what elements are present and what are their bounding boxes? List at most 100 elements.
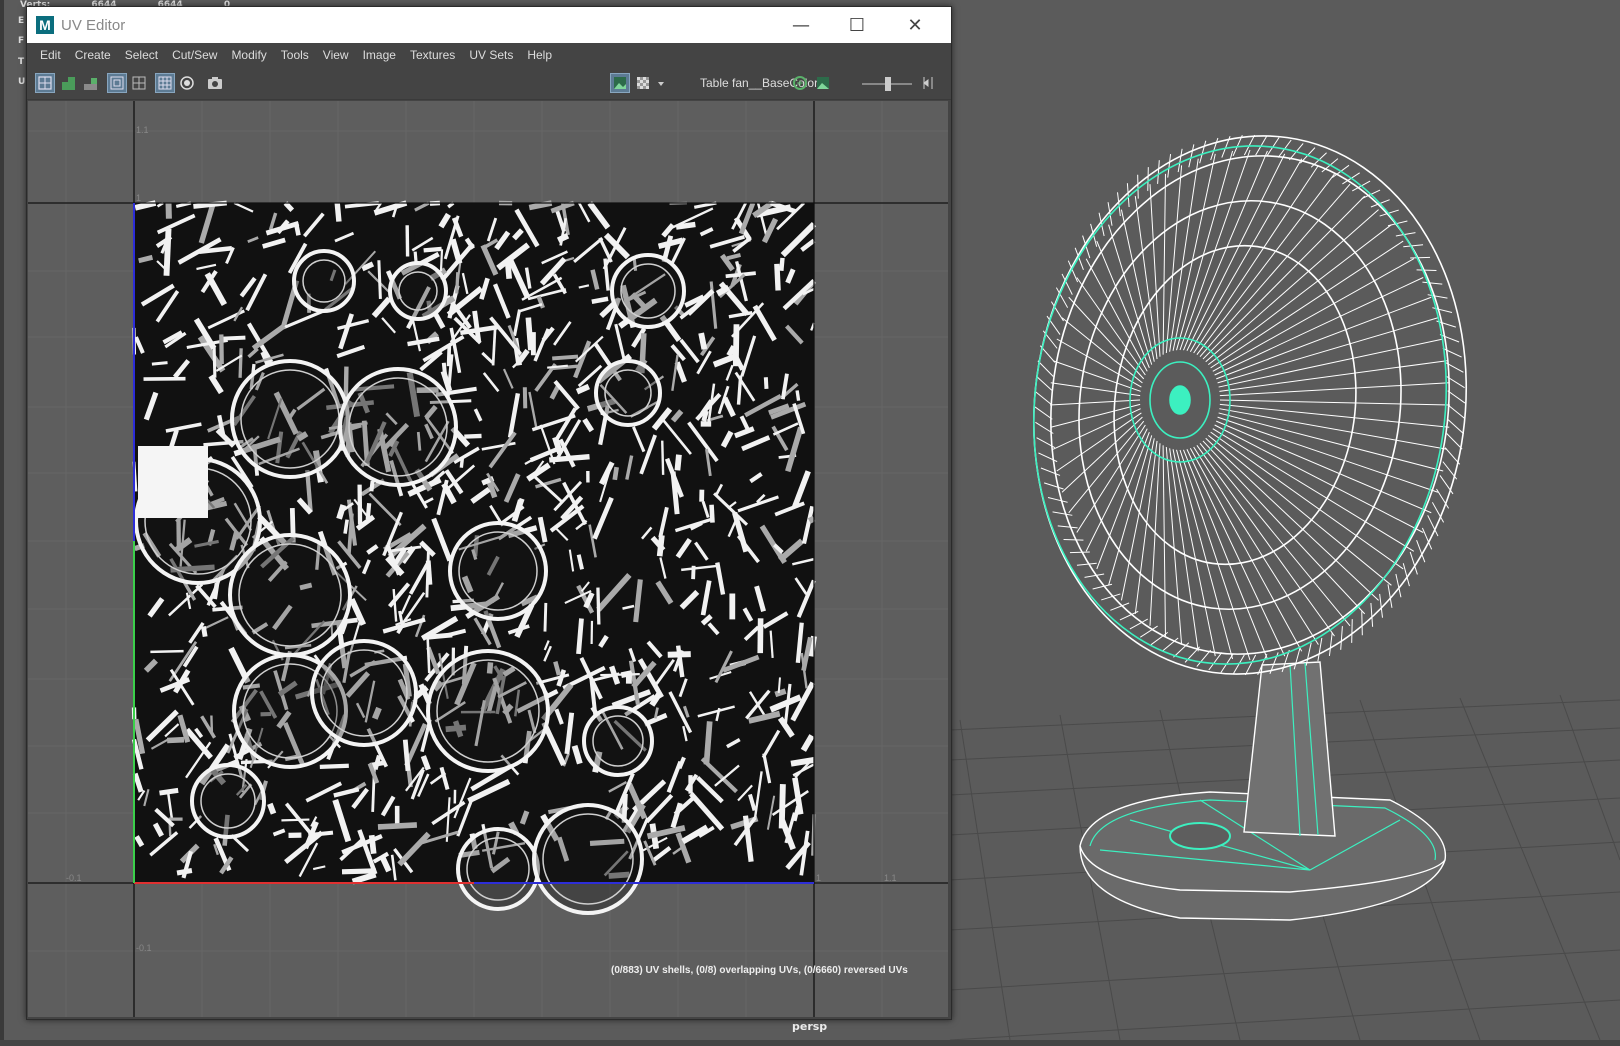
- uv-shell-icon[interactable]: [59, 73, 79, 93]
- fan-guard-spoke: [1052, 360, 1141, 392]
- uv-shell-strip: [790, 756, 815, 767]
- grid-snap-icon[interactable]: [155, 73, 175, 93]
- isolate-icon[interactable]: [177, 73, 197, 93]
- fan-guard-rim-segment: [1370, 602, 1374, 627]
- uv-distortion-icon[interactable]: [81, 73, 101, 93]
- close-button[interactable]: ✕: [887, 7, 943, 43]
- fan-guard-spoke: [1219, 403, 1450, 428]
- uv-shell-circle: [532, 803, 644, 915]
- uv-toolkit-icon[interactable]: [35, 73, 55, 93]
- uv-editor-titlebar[interactable]: M UV Editor — ☐ ✕: [27, 7, 951, 43]
- fan-guard-spoke: [1085, 258, 1148, 372]
- fan-guard-spoke: [1202, 440, 1366, 615]
- hud-uvs-label: U: [18, 77, 26, 87]
- menu-help[interactable]: Help: [520, 48, 559, 62]
- menu-view[interactable]: View: [316, 48, 356, 62]
- uv-shell-strip: [698, 332, 708, 350]
- window-title: UV Editor: [61, 16, 126, 34]
- minimize-button[interactable]: —: [773, 7, 829, 43]
- uv-shell-strip: [763, 377, 769, 390]
- fan-guard-rim-segment: [1137, 174, 1139, 199]
- fan-guard-rim-segment: [1076, 562, 1097, 566]
- uv-shell-circle: [310, 639, 418, 747]
- fan-guard-rim-segment: [1147, 167, 1149, 191]
- uv-shell-strip: [591, 296, 609, 305]
- uv-canvas-svg[interactable]: 1.1 1 -0.1 -0.1 1 1.1: [28, 101, 948, 1017]
- image-ratio-icon[interactable]: [813, 73, 833, 93]
- uv-shell-strip: [425, 552, 430, 598]
- grid-display-icon[interactable]: [107, 73, 127, 93]
- uv-shell-strip: [426, 638, 431, 674]
- uv-shell-strip: [138, 254, 154, 264]
- fan-guard-spoke: [1219, 399, 1451, 406]
- hud-edges-label: E: [18, 16, 25, 26]
- label-1-1-right: 1.1: [884, 873, 897, 883]
- camera-label: persp: [792, 1020, 828, 1033]
- gamma-icon[interactable]: [919, 73, 937, 93]
- uv-shell-strip: [774, 688, 787, 698]
- fan-guard-rim-segment: [1439, 475, 1454, 495]
- fan-guard-spoke: [1219, 360, 1448, 392]
- menu-uv-sets[interactable]: UV Sets: [462, 48, 520, 62]
- uv-shell-block: [138, 446, 208, 518]
- uv-shell-strip: [656, 535, 665, 557]
- fan-guard-spoke: [1162, 173, 1166, 355]
- fan-guard-spoke: [1193, 165, 1319, 354]
- fan-guard-rim-segment: [1084, 573, 1105, 578]
- fan-guard-spoke: [1179, 149, 1251, 351]
- fan-guard-rim-segment: [1410, 256, 1431, 259]
- menu-modify[interactable]: Modify: [224, 48, 273, 62]
- fan-guard-rim-segment: [1057, 525, 1078, 529]
- uv-shell-strip: [807, 515, 816, 524]
- fan-guard-rim-segment: [1395, 232, 1416, 237]
- viewport-bottom-bar: [0, 1040, 1620, 1046]
- fan-guard-spoke: [1076, 424, 1146, 533]
- maximize-button[interactable]: ☐: [829, 7, 885, 43]
- fan-guard-spoke: [1183, 150, 1268, 351]
- menu-tools[interactable]: Tools: [274, 48, 316, 62]
- display-image-icon[interactable]: [610, 73, 630, 93]
- fan-guard-rim-segment: [1447, 418, 1465, 435]
- fan-guard-spoke: [1216, 420, 1432, 514]
- uv-shell-strip: [446, 344, 452, 367]
- menu-create[interactable]: Create: [68, 48, 118, 62]
- fan-guard-rim-segment: [1447, 404, 1466, 419]
- fan-guard-rim-segment: [1446, 433, 1463, 450]
- fan-guard-spoke: [1210, 431, 1404, 570]
- uv-status-bar: (0/883) UV shells, (0/8) overlapping UVs…: [611, 965, 908, 976]
- fan-guard-rim-segment: [1043, 482, 1064, 490]
- uv-shell-strip: [777, 677, 781, 694]
- menu-bar: Edit Create Select Cut/Sew Modify Tools …: [27, 43, 951, 67]
- exposure-slider-handle[interactable]: [885, 77, 891, 91]
- uv-shell-circle: [610, 253, 686, 329]
- checker-icon[interactable]: [633, 73, 653, 93]
- refresh-icon[interactable]: [790, 73, 810, 93]
- uv-shell-strip: [576, 618, 584, 655]
- label-neg-bottom: -0.1: [136, 943, 152, 953]
- uv-canvas[interactable]: 1.1 1 -0.1 -0.1 1 1.1: [28, 101, 948, 1017]
- uv-shell-strip: [439, 249, 444, 272]
- menu-image[interactable]: Image: [356, 48, 403, 62]
- maya-app-icon: M: [36, 16, 54, 34]
- uv-shell-strip: [365, 502, 372, 520]
- uv-shell-strip: [377, 822, 418, 830]
- menu-select[interactable]: Select: [118, 48, 165, 62]
- uv-shell-strip: [343, 519, 349, 534]
- uv-shell-strip: [159, 787, 179, 796]
- uv-shell-strip: [661, 440, 665, 475]
- fan-guard-rim-segment: [1328, 632, 1333, 656]
- image-dropdown-icon[interactable]: [655, 73, 667, 93]
- uv-editor-window[interactable]: M UV Editor — ☐ ✕ Edit Create Select Cut…: [26, 6, 952, 1020]
- fan-guard-rim-segment: [1034, 406, 1053, 420]
- fan-guard-rim-segment: [1038, 452, 1058, 463]
- menu-textures[interactable]: Textures: [403, 48, 462, 62]
- texture-tile-icon[interactable]: [129, 73, 149, 93]
- fan-guard-rim-segment: [1035, 375, 1053, 392]
- fan-guard-spoke: [1196, 445, 1335, 637]
- snapshot-icon[interactable]: [205, 73, 225, 93]
- menu-cut-sew[interactable]: Cut/Sew: [165, 48, 224, 62]
- uv-shell-strip: [150, 649, 184, 654]
- menu-edit[interactable]: Edit: [33, 48, 68, 62]
- fan-guard-rim-segment: [1063, 538, 1084, 541]
- fan-guard-spoke: [1214, 424, 1424, 533]
